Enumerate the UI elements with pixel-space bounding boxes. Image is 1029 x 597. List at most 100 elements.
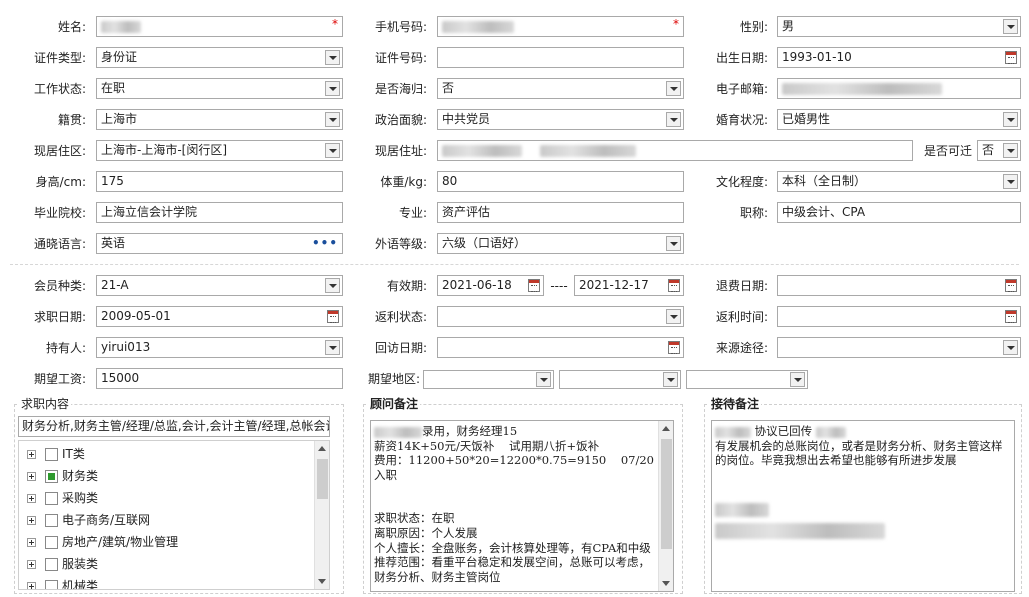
checkbox[interactable] [45, 492, 58, 505]
chevron-down-icon[interactable] [536, 372, 551, 387]
residence-area-select[interactable]: 上海市-上海市-[闵行区] [96, 140, 343, 161]
id-type-select[interactable]: 身份证 [96, 47, 343, 68]
chevron-down-icon[interactable] [325, 50, 340, 65]
checkbox[interactable] [45, 558, 58, 571]
language-field[interactable]: 英语 ••• [96, 233, 343, 254]
region-city-select[interactable] [559, 370, 681, 389]
checkbox[interactable] [45, 536, 58, 549]
professional-title-field[interactable]: 中级会计、CPA [777, 202, 1021, 223]
relocate-select[interactable]: 否 [977, 140, 1021, 161]
salary-field[interactable]: 15000 [96, 368, 343, 389]
redacted-name [101, 20, 141, 33]
valid-from-field[interactable]: 2021-06-18 [437, 275, 544, 296]
id-number-field[interactable] [437, 47, 684, 68]
calendar-icon[interactable] [668, 341, 680, 354]
gender-select[interactable]: 男 [777, 16, 1021, 37]
calendar-icon[interactable] [1005, 51, 1017, 64]
tree-item-it[interactable]: IT类 [27, 444, 85, 464]
rebate-status-select[interactable] [437, 306, 684, 327]
scroll-down-icon[interactable] [662, 581, 670, 586]
foreign-level-select[interactable]: 六级（口语好） [437, 233, 684, 254]
region-province-select[interactable] [423, 370, 554, 389]
calendar-icon[interactable] [528, 279, 540, 292]
plus-icon[interactable] [27, 472, 36, 481]
member-type-select[interactable]: 21-A [96, 275, 343, 296]
chevron-down-icon[interactable] [1003, 112, 1018, 127]
notes-scrollbar[interactable] [658, 421, 673, 591]
chevron-down-icon[interactable] [666, 236, 681, 251]
rebate-time-field[interactable] [777, 306, 1021, 327]
work-status-value: 在职 [101, 81, 126, 95]
chevron-down-icon[interactable] [325, 143, 340, 158]
checkbox[interactable] [45, 470, 58, 483]
major-field[interactable]: 资产评估 [437, 202, 684, 223]
valid-to-field[interactable]: 2021-12-17 [574, 275, 684, 296]
birth-date-field[interactable]: 1993-01-10 [777, 47, 1021, 68]
calendar-icon[interactable] [1005, 279, 1017, 292]
tree-item-purchase[interactable]: 采购类 [27, 488, 98, 508]
marital-select[interactable]: 已婚男性 [777, 109, 1021, 130]
chevron-down-icon[interactable] [790, 372, 805, 387]
chevron-down-icon[interactable] [666, 81, 681, 96]
plus-icon[interactable] [27, 560, 36, 569]
job-summary-field[interactable]: 财务分析,财务主管/经理/总监,会计,会计主管/经理,总帐会计 [18, 416, 330, 437]
plus-icon[interactable] [27, 450, 36, 459]
calendar-icon[interactable] [668, 279, 680, 292]
holder-select[interactable]: yirui013 [96, 337, 343, 358]
school-field[interactable]: 上海立信会计学院 [96, 202, 343, 223]
chevron-down-icon[interactable] [666, 309, 681, 324]
calendar-icon[interactable] [327, 310, 339, 323]
work-status-select[interactable]: 在职 [96, 78, 343, 99]
returnee-select[interactable]: 否 [437, 78, 684, 99]
chevron-down-icon[interactable] [325, 112, 340, 127]
name-field[interactable]: * [96, 16, 343, 37]
consultant-notes-textarea[interactable]: 录用，财务经理15 薪资14K+50元/天饭补 试用期八折+饭补 费用：11200+… [370, 420, 674, 592]
chevron-down-icon[interactable] [325, 81, 340, 96]
scroll-thumb[interactable] [661, 439, 672, 549]
chevron-down-icon[interactable] [1003, 174, 1018, 189]
scroll-down-icon[interactable] [318, 579, 326, 584]
height-field[interactable]: 175 [96, 171, 343, 192]
plus-icon[interactable] [27, 538, 36, 547]
scroll-up-icon[interactable] [662, 426, 670, 431]
more-icon[interactable]: ••• [312, 234, 338, 253]
chevron-down-icon[interactable] [325, 278, 340, 293]
region-district-select[interactable] [686, 370, 808, 389]
residence-address-field[interactable] [437, 140, 913, 161]
refund-date-field[interactable] [777, 275, 1021, 296]
plus-icon[interactable] [27, 582, 36, 589]
checkbox[interactable] [45, 448, 58, 461]
native-select[interactable]: 上海市 [96, 109, 343, 130]
chevron-down-icon[interactable] [325, 340, 340, 355]
chevron-down-icon[interactable] [1003, 19, 1018, 34]
email-field[interactable] [777, 78, 1021, 99]
source-select[interactable] [777, 337, 1021, 358]
chevron-down-icon[interactable] [663, 372, 678, 387]
scroll-up-icon[interactable] [318, 446, 326, 451]
chevron-down-icon[interactable] [1003, 340, 1018, 355]
tree-item-finance[interactable]: 财务类 [27, 466, 98, 486]
apply-date-field[interactable]: 2009-05-01 [96, 306, 343, 327]
tree-item-realestate[interactable]: 房地产/建筑/物业管理 [27, 532, 178, 552]
plus-icon[interactable] [27, 494, 36, 503]
weight-field[interactable]: 80 [437, 171, 684, 192]
checkbox[interactable] [45, 514, 58, 527]
scroll-thumb[interactable] [317, 459, 328, 499]
visit-date-field[interactable] [437, 337, 684, 358]
tree-item-ecommerce[interactable]: 电子商务/互联网 [27, 510, 150, 530]
chevron-down-icon[interactable] [1003, 143, 1018, 158]
mobile-field[interactable]: * [437, 16, 684, 37]
tree-scrollbar[interactable] [314, 441, 329, 589]
chevron-down-icon[interactable] [666, 112, 681, 127]
reception-notes-textarea[interactable]: 协议已回传 有发展机会的总账岗位，或者是财务分析、财务主管这样的岗位。毕竟我想出… [711, 420, 1015, 592]
plus-icon[interactable] [27, 516, 36, 525]
tree-item-apparel[interactable]: 服装类 [27, 554, 98, 574]
region-label: 期望地区: [367, 372, 420, 386]
political-select[interactable]: 中共党员 [437, 109, 684, 130]
checkbox[interactable] [45, 580, 58, 589]
education-select[interactable]: 本科（全日制） [777, 171, 1021, 192]
tree-item-machinery[interactable]: 机械类 [27, 576, 98, 589]
calendar-icon[interactable] [1005, 310, 1017, 323]
job-category-tree[interactable]: IT类 财务类 采购类 电子商务/互联网 房地产/建筑/物业管理 服装类 机械类 [18, 440, 330, 590]
weight-label: 体重/kg: [380, 175, 427, 189]
